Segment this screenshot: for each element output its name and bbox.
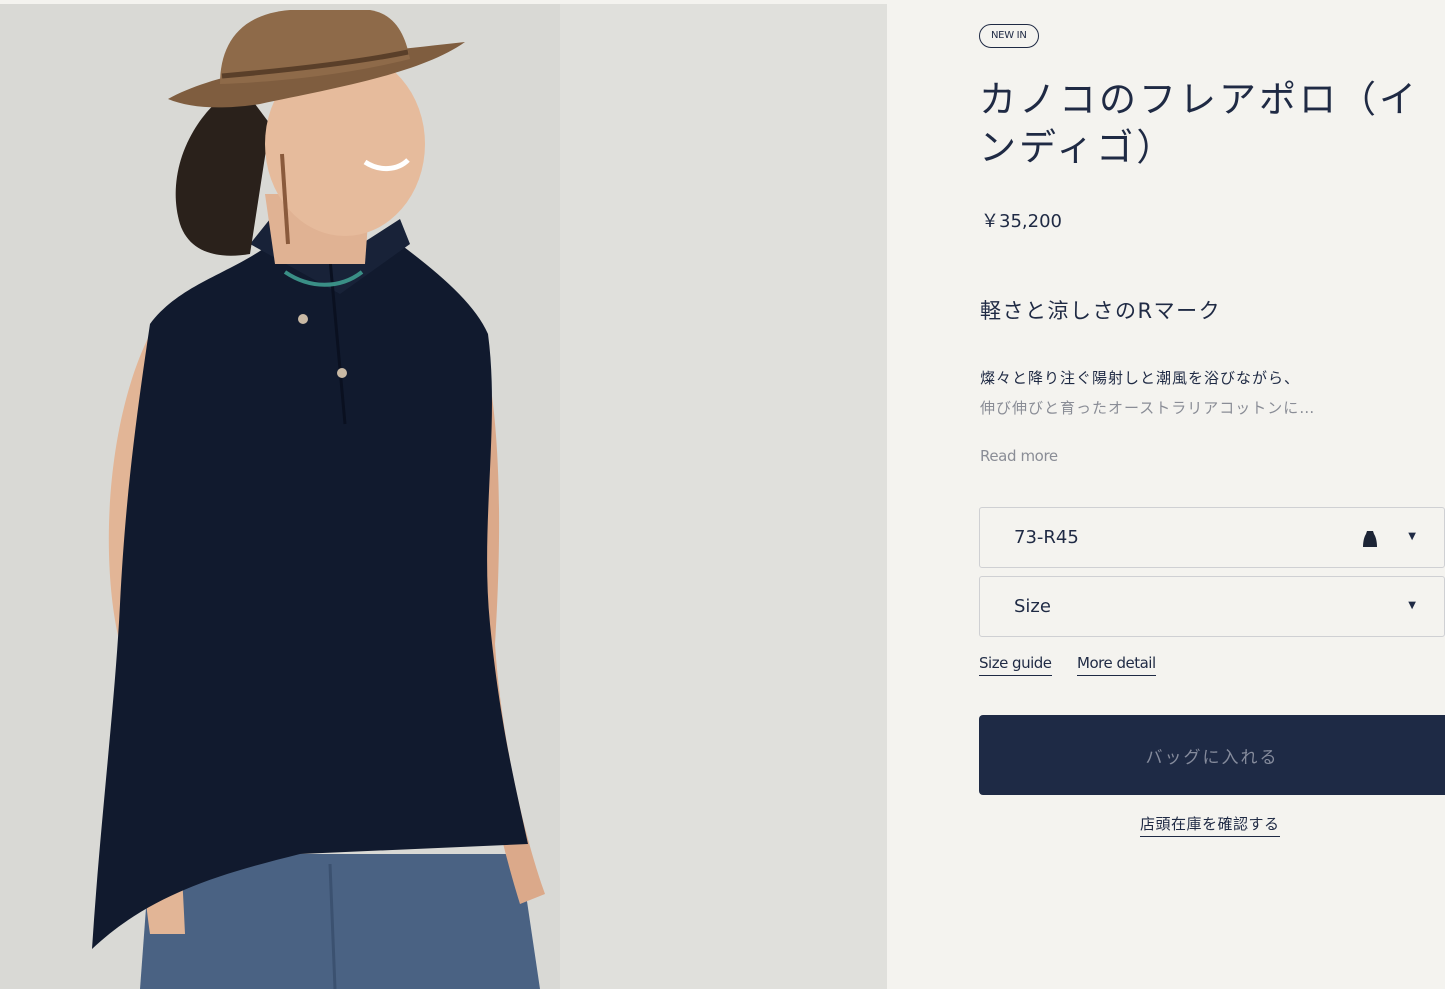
product-image (0, 4, 887, 989)
more-detail-link[interactable]: More detail (1077, 654, 1156, 676)
size-guide-link[interactable]: Size guide (979, 654, 1052, 676)
color-select-value: 73-R45 (1014, 527, 1079, 548)
size-select-value: Size (1014, 596, 1051, 617)
product-title: カノコのフレアポロ（インディゴ） (979, 78, 1419, 169)
color-select[interactable]: 73-R45 ▼ (979, 507, 1445, 568)
size-select[interactable]: Size ▼ (979, 576, 1445, 637)
product-page: NEW IN カノコのフレアポロ（インディゴ） ￥35,200 軽さと涼しさのR… (0, 0, 1445, 989)
add-to-bag-button[interactable]: バッグに入れる (979, 715, 1445, 795)
chevron-down-icon: ▼ (1408, 531, 1416, 542)
read-more-link[interactable]: Read more (980, 447, 1058, 465)
description-line-1: 燦々と降り注ぐ陽射しと潮風を浴びながら、 (980, 369, 1301, 387)
description-line-2: 伸び伸びと育ったオーストラリアコットンに… (980, 399, 1316, 417)
garment-swatch-icon (1362, 530, 1378, 548)
store-stock-link[interactable]: 店頭在庫を確認する (1140, 813, 1280, 837)
description-heading: 軽さと涼しさのRマーク (980, 299, 1222, 323)
chevron-down-icon: ▼ (1408, 600, 1416, 611)
product-info-panel: NEW IN カノコのフレアポロ（インディゴ） ￥35,200 軽さと涼しさのR… (887, 0, 1445, 989)
product-price: ￥35,200 (981, 211, 1062, 232)
new-in-badge: NEW IN (979, 24, 1039, 48)
